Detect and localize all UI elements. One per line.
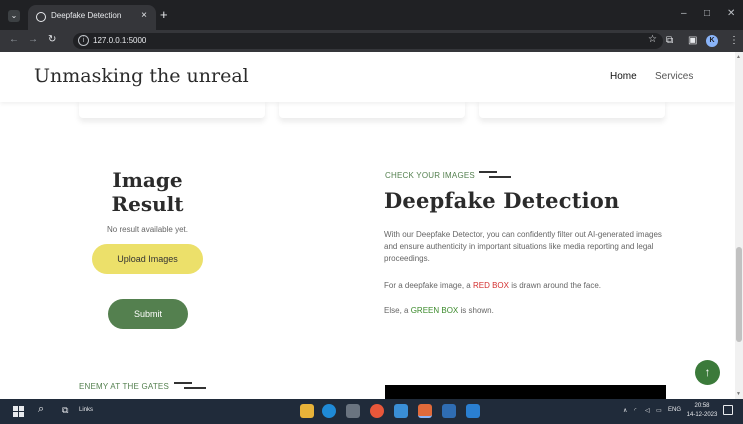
checkmark-app-icon[interactable]: [394, 404, 408, 418]
file-explorer-icon[interactable]: [300, 404, 314, 418]
clock-time: 20:58: [694, 403, 710, 409]
site-info-icon[interactable]: i: [78, 35, 89, 46]
battery-icon[interactable]: ▭: [656, 407, 662, 414]
scroll-up-icon[interactable]: ▲: [736, 54, 741, 60]
reload-icon[interactable]: ↻: [48, 34, 56, 45]
tab-close-icon[interactable]: ×: [141, 10, 147, 21]
extensions-icon[interactable]: ⧉: [666, 35, 673, 46]
minimize-icon[interactable]: –: [681, 8, 687, 19]
links-toolbar[interactable]: Links: [79, 407, 93, 413]
submit-button[interactable]: Submit: [108, 299, 188, 329]
green-box-highlight: GREEN BOX: [410, 306, 459, 315]
result-status: No result available yet.: [107, 225, 188, 234]
upload-images-button[interactable]: Upload Images: [92, 244, 203, 274]
lower-section-eyebrow: ENEMY AT THE GATES: [79, 382, 169, 391]
red-box-highlight: RED BOX: [472, 281, 509, 290]
maximize-icon[interactable]: □: [704, 8, 710, 19]
browser-toolbar: ← → ↻ i 127.0.0.1:5000 ☆ ⧉ ▣ K ⋮: [0, 30, 743, 52]
page-scrollbar[interactable]: ▲ ▼: [735, 52, 743, 399]
new-tab-icon[interactable]: +: [160, 7, 168, 22]
image-result-title-line1: Image: [112, 168, 183, 192]
scrollbar-thumb[interactable]: [736, 247, 742, 342]
green-box-paragraph: Else, a GREEN BOX is shown.: [384, 305, 674, 317]
scroll-down-icon[interactable]: ▼: [736, 391, 741, 397]
clock-date: 14-12-2023: [686, 412, 718, 418]
active-app-icon[interactable]: [418, 404, 432, 418]
paragraph-text: is shown.: [458, 306, 494, 315]
section-heading: Deepfake Detection: [384, 188, 620, 213]
paragraph-text: is drawn around the face.: [508, 281, 602, 290]
nav-home-link[interactable]: Home: [610, 71, 637, 82]
back-to-top-button[interactable]: ↑: [695, 360, 720, 385]
volume-icon[interactable]: ◁: [645, 407, 650, 414]
url-text: 127.0.0.1:5000: [93, 36, 147, 45]
language-indicator[interactable]: ENG: [668, 407, 681, 413]
network-icon[interactable]: ◜: [634, 407, 636, 414]
tray-overflow-icon[interactable]: ∧: [623, 407, 627, 414]
search-icon[interactable]: ⌕: [38, 403, 44, 416]
web-page: Unmasking the unreal Home Services Image…: [0, 52, 735, 399]
vscode-icon[interactable]: [466, 404, 480, 418]
video-preview: [385, 385, 666, 399]
windows-start-icon[interactable]: [13, 406, 24, 417]
globe-icon: [36, 12, 46, 22]
image-result-title-line2: Result: [111, 192, 184, 216]
eyebrow-divider: [489, 176, 511, 178]
system-clock[interactable]: 20:58 14-12-2023: [685, 402, 719, 420]
sidebar-icon[interactable]: ▣: [688, 35, 697, 46]
eyebrow-divider: [184, 387, 206, 389]
description-paragraph: With our Deepfake Detector, you can conf…: [384, 230, 662, 263]
profile-avatar[interactable]: K: [706, 35, 718, 47]
address-bar[interactable]: i 127.0.0.1:5000 ☆: [73, 33, 663, 49]
browser-tab[interactable]: Deepfake Detection ×: [28, 5, 156, 30]
eyebrow-divider: [479, 171, 497, 173]
paragraph-text: Else, a: [384, 306, 411, 315]
photos-icon[interactable]: [442, 404, 456, 418]
task-view-icon[interactable]: ⧉: [62, 405, 68, 416]
tab-search-icon[interactable]: ⌄: [8, 10, 20, 22]
chrome-icon[interactable]: [370, 404, 384, 418]
nav-services-link[interactable]: Services: [655, 71, 693, 82]
edge-icon[interactable]: [322, 404, 336, 418]
image-result-title: Image Result: [80, 168, 215, 216]
browser-tab-bar: ⌄ Deepfake Detection × + – □ ✕: [0, 0, 743, 30]
window-close-icon[interactable]: ✕: [727, 8, 735, 19]
paragraph-text: For a deepfake image, a: [384, 281, 473, 290]
back-icon[interactable]: ←: [9, 34, 19, 45]
store-icon[interactable]: [346, 404, 360, 418]
more-menu-icon[interactable]: ⋮: [729, 35, 739, 46]
site-header: Unmasking the unreal Home Services: [0, 52, 735, 102]
eyebrow-divider: [174, 382, 192, 384]
bookmark-star-icon[interactable]: ☆: [648, 34, 657, 45]
site-brand[interactable]: Unmasking the unreal: [34, 65, 249, 87]
red-box-paragraph: For a deepfake image, a RED BOX is drawn…: [384, 280, 674, 292]
forward-icon[interactable]: →: [28, 34, 38, 45]
section-eyebrow: CHECK YOUR IMAGES: [385, 171, 475, 180]
tab-title: Deepfake Detection: [51, 11, 122, 20]
os-taskbar: ⌕ ⧉ Links ∧ ◜ ◁ ▭ ENG 20:58 14-12-2023: [0, 399, 743, 424]
notification-icon[interactable]: [723, 405, 733, 415]
